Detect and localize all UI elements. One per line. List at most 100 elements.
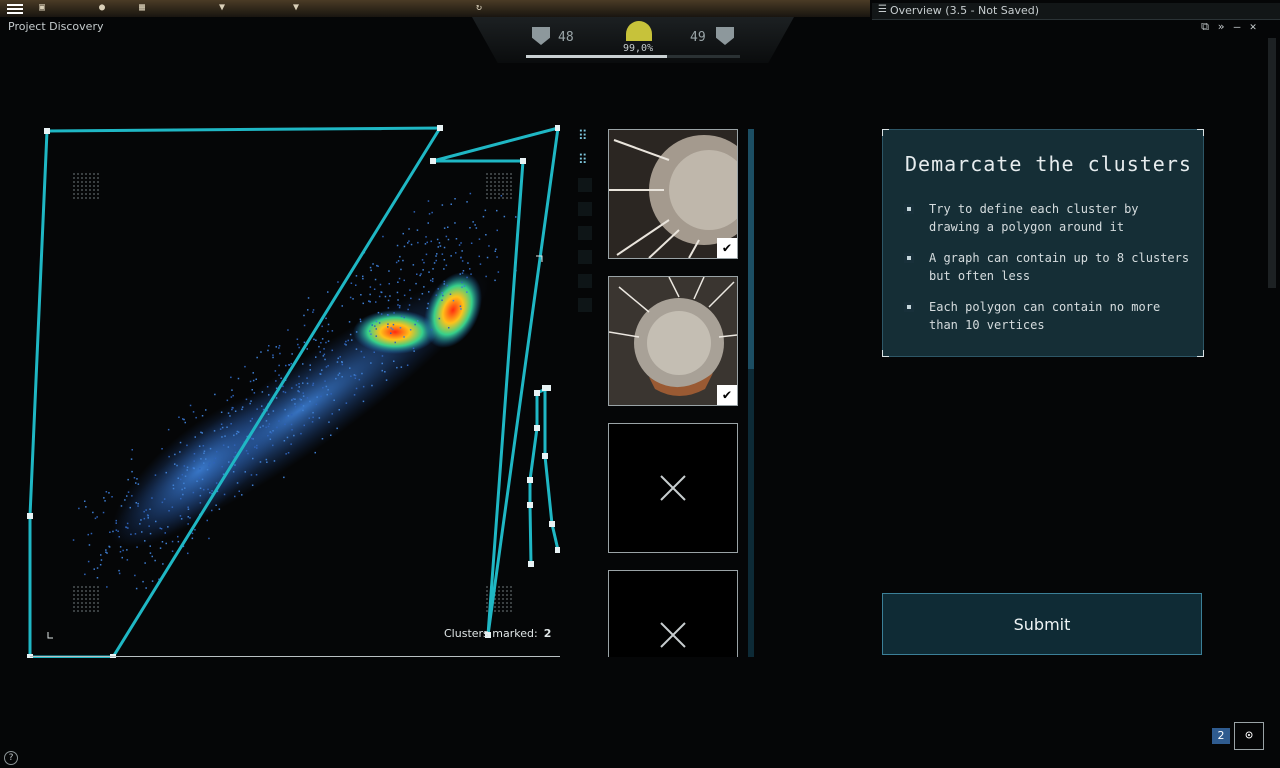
- empty-image-card[interactable]: [608, 570, 738, 657]
- scatter-point: [72, 539, 75, 541]
- polygon-vertex-handle[interactable]: [44, 128, 50, 134]
- panel-corner: [1197, 350, 1204, 357]
- scatter-point: [194, 529, 196, 531]
- strip-slot[interactable]: [578, 226, 592, 240]
- grid-dot: [502, 598, 504, 600]
- grid-dot: [510, 177, 512, 179]
- pin-window-icon[interactable]: ⧉: [1198, 20, 1212, 34]
- strip-slot[interactable]: [578, 274, 592, 288]
- polygon-vertex-handle[interactable]: [520, 158, 526, 164]
- scatter-point: [251, 484, 254, 486]
- scatter-point: [231, 408, 233, 411]
- strip-slot[interactable]: [578, 250, 592, 264]
- grid-dot: [486, 594, 488, 596]
- scatter-point: [390, 332, 392, 334]
- grid-dot: [494, 189, 496, 191]
- scatter-point: [302, 405, 305, 407]
- scatter-point: [327, 365, 329, 367]
- grid-view-icon[interactable]: ⠿: [578, 154, 592, 168]
- polygon-vertex-handle[interactable]: [27, 513, 33, 519]
- grid-dot: [502, 594, 504, 596]
- scatter-point: [358, 378, 361, 381]
- overview-scrollbar[interactable]: [1268, 38, 1276, 288]
- rss-feed-icon[interactable]: ⊙: [1234, 722, 1264, 750]
- scatter-point: [220, 423, 223, 425]
- toolbar-icon-1[interactable]: ▣: [36, 2, 48, 14]
- submit-button[interactable]: Submit: [882, 593, 1202, 655]
- polygon-vertex-handle[interactable]: [430, 158, 436, 164]
- toolbar-icon-5[interactable]: ▼: [290, 2, 302, 14]
- grid-dot: [498, 602, 500, 604]
- strip-slot[interactable]: [578, 178, 592, 192]
- close-icon[interactable]: ✕: [1246, 20, 1260, 33]
- sample-image-card[interactable]: ✔: [608, 276, 738, 406]
- toolbar-icon-4[interactable]: ▼: [216, 2, 228, 14]
- polygon-vertex-handle[interactable]: [437, 125, 443, 131]
- grid-dot: [73, 181, 75, 183]
- scatter-point: [407, 308, 409, 311]
- toolbar-icon-6[interactable]: ↻: [473, 2, 485, 14]
- scatter-point: [268, 394, 270, 396]
- image-list-scrollbar[interactable]: [748, 129, 754, 657]
- sample-image-list[interactable]: ✔ ✔: [608, 129, 738, 657]
- scatter-point: [140, 519, 142, 521]
- verified-check-icon: ✔: [717, 385, 737, 405]
- polygon-vertex-handle[interactable]: [542, 385, 548, 391]
- polygon-vertex-handle[interactable]: [527, 477, 533, 483]
- scatter-point: [164, 532, 166, 534]
- grid-dot: [81, 189, 83, 191]
- grid-dot: [97, 610, 99, 612]
- scrollbar-thumb[interactable]: [748, 129, 754, 369]
- grid-view-icon[interactable]: ⠿: [578, 130, 592, 144]
- lock-window-icon[interactable]: »: [1214, 20, 1228, 33]
- scatter-point: [375, 328, 377, 330]
- strip-slot[interactable]: [578, 202, 592, 216]
- scatter-point: [484, 209, 487, 212]
- grid-dot: [93, 185, 95, 187]
- scatter-point: [442, 294, 444, 297]
- scatter-point: [256, 444, 258, 447]
- notification-count-badge[interactable]: 2: [1212, 728, 1230, 744]
- scatter-point: [372, 263, 374, 265]
- scatter-point: [231, 389, 233, 391]
- sample-image-card[interactable]: ✔: [608, 129, 738, 259]
- grid-dot: [93, 598, 95, 600]
- scatter-point: [410, 243, 413, 246]
- toolbar-icon-2[interactable]: ●: [96, 2, 108, 14]
- scatter-point: [119, 546, 122, 548]
- scatter-point: [443, 280, 446, 283]
- strip-slot[interactable]: [578, 298, 592, 312]
- scatter-canvas[interactable]: [0, 110, 560, 658]
- polygon-vertex-handle[interactable]: [555, 547, 560, 553]
- polygon-vertex-handle[interactable]: [555, 125, 560, 131]
- scatter-point: [378, 295, 381, 298]
- polygon-vertex-handle[interactable]: [542, 453, 548, 459]
- strip-toolbar: ⠿ ⠿: [578, 130, 596, 322]
- scatter-point: [181, 488, 183, 491]
- minimize-icon[interactable]: –: [1230, 20, 1244, 33]
- scatter-point: [94, 517, 97, 520]
- polygon-vertex-handle[interactable]: [534, 425, 540, 431]
- overview-window-header[interactable]: ☰ Overview (3.5 - Not Saved): [872, 3, 1280, 20]
- main-menu-button[interactable]: [7, 4, 23, 14]
- scatter-point: [259, 461, 262, 463]
- polygon-vertex-handle[interactable]: [528, 561, 534, 567]
- grid-dot: [486, 181, 488, 183]
- scatter-point: [410, 297, 412, 300]
- help-icon[interactable]: ?: [4, 751, 18, 765]
- toolbar-icon-3[interactable]: ▦: [136, 2, 148, 14]
- scatter-point: [136, 546, 138, 548]
- empty-image-card[interactable]: [608, 423, 738, 553]
- cluster-plot[interactable]: [0, 110, 560, 658]
- polygon-vertex-handle[interactable]: [534, 390, 540, 396]
- grid-dot: [89, 177, 91, 179]
- polygon-vertex-handle[interactable]: [527, 502, 533, 508]
- scatter-point: [461, 272, 464, 274]
- grid-dot: [494, 177, 496, 179]
- grid-dot: [490, 189, 492, 191]
- polygon-vertex-handle[interactable]: [549, 521, 555, 527]
- scatter-point: [145, 587, 147, 589]
- scatter-point: [236, 482, 239, 484]
- grid-dot: [73, 173, 75, 175]
- scatter-point: [467, 262, 469, 264]
